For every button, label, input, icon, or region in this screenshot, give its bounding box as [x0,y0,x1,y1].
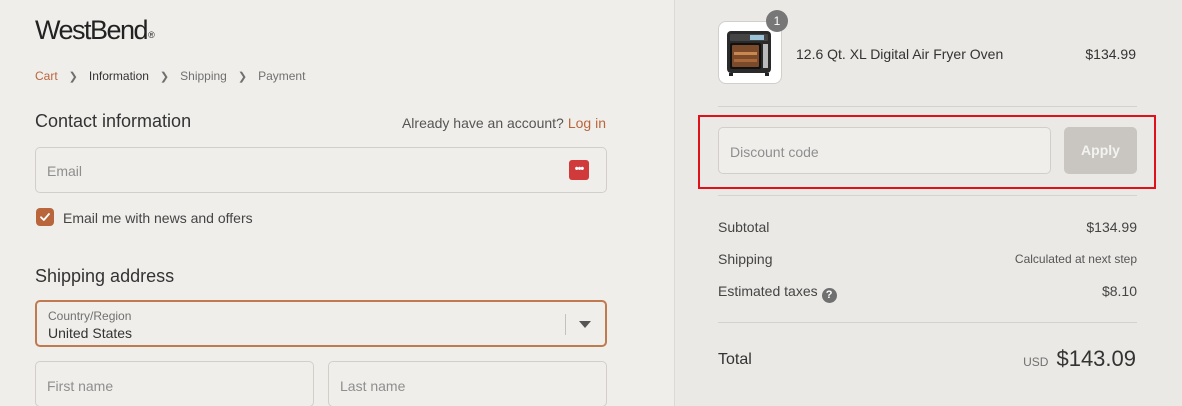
total-value: USD $143.09 [1023,346,1136,372]
taxes-label-wrap: Estimated taxes? [718,283,837,303]
breadcrumb-shipping: Shipping [180,69,227,83]
divider [718,322,1137,323]
newsletter-label[interactable]: Email me with news and offers [63,210,253,226]
breadcrumb-cart[interactable]: Cart [35,69,58,83]
subtotal-value: $134.99 [1086,219,1137,235]
total-amount: $143.09 [1056,346,1136,371]
breadcrumb-information: Information [88,69,149,83]
taxes-label: Estimated taxes [718,283,818,299]
discount-placeholder: Discount code [730,144,819,160]
chevron-right-icon: ❯ [159,70,170,83]
account-prompt-text: Already have an account? [401,115,564,131]
product-name: 12.6 Qt. XL Digital Air Fryer Oven [796,46,1004,62]
newsletter-checkbox[interactable] [36,208,54,226]
shipping-value: Calculated at next step [1014,252,1137,266]
apply-discount-button[interactable]: Apply [1064,127,1137,174]
quantity-badge: 1 [766,10,788,32]
chevron-right-icon: ❯ [237,70,248,83]
chevron-right-icon: ❯ [68,70,78,83]
chevron-down-icon [579,321,591,328]
select-divider [565,314,566,335]
country-label: Country/Region [48,309,132,323]
taxes-value: $8.10 [1101,283,1137,299]
last-name-field[interactable]: Last name [328,361,607,406]
breadcrumb-payment: Payment [258,69,306,83]
order-summary-panel: 1 12.6 Qt. XL Digital Air Fryer Oven $13… [674,0,1182,406]
email-placeholder: Email [47,163,83,179]
password-manager-icon[interactable]: ••• [569,160,589,180]
currency-code: USD [1023,355,1049,369]
shipping-label: Shipping [718,251,773,267]
checkmark-icon [40,213,50,221]
product-price: $134.99 [1085,46,1136,62]
breadcrumb: Cart ❯ Information ❯ Shipping ❯ Payment [35,69,305,83]
country-value: United States [48,325,133,341]
help-icon[interactable]: ? [821,288,837,303]
contact-information-title: Contact information [35,111,192,131]
logo-text: WestBend [35,15,149,45]
air-fryer-image [727,31,771,76]
discount-code-input[interactable]: Discount code [718,127,1051,174]
divider [718,106,1137,107]
subtotal-label: Subtotal [718,219,770,235]
account-prompt: Already have an account? Log in [402,115,606,131]
first-name-field[interactable]: First name [35,361,314,406]
shipping-address-title: Shipping address [35,266,175,286]
divider [718,195,1137,196]
total-label: Total [718,351,752,368]
email-field[interactable]: Email ••• [35,147,607,193]
login-link[interactable]: Log in [568,115,606,131]
last-name-placeholder: Last name [340,378,406,394]
first-name-placeholder: First name [47,378,114,394]
westbend-logo[interactable]: WestBend® [35,15,155,46]
country-select[interactable]: Country/Region United States [35,300,607,347]
checkout-form-panel: WestBend® Cart ❯ Information ❯ Shipping … [0,0,674,406]
registered-mark: ® [148,30,155,40]
